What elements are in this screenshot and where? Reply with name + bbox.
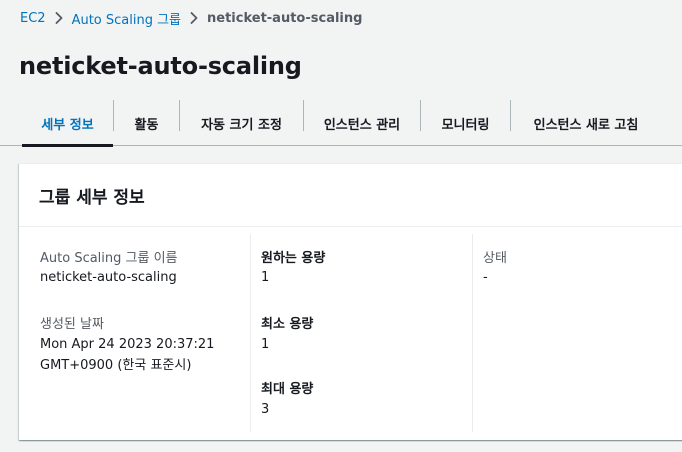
min-capacity-value: 1 bbox=[261, 337, 270, 352]
created-date-label: 생성된 날짜 bbox=[40, 317, 104, 332]
tab-divider bbox=[113, 100, 114, 131]
chevron-right-icon bbox=[190, 12, 198, 24]
max-capacity-value: 3 bbox=[261, 402, 270, 417]
page-title: neticket-auto-scaling bbox=[19, 52, 302, 80]
max-capacity-label: 최대 용량 bbox=[261, 382, 314, 397]
tab-divider bbox=[510, 100, 511, 131]
tab-monitoring[interactable]: 모니터링 bbox=[421, 100, 510, 146]
column-divider bbox=[250, 234, 251, 432]
min-capacity-label: 최소 용량 bbox=[261, 317, 314, 332]
group-name-label: Auto Scaling 그룹 이름 bbox=[40, 251, 178, 266]
tab-automatic-scaling[interactable]: 자동 크기 조정 bbox=[180, 100, 303, 146]
panel-title: 그룹 세부 정보 bbox=[39, 187, 145, 208]
tab-instance-refresh[interactable]: 인스턴스 새로 고침 bbox=[511, 100, 661, 146]
tab-divider bbox=[303, 100, 304, 131]
breadcrumb-current: neticket-auto-scaling bbox=[207, 10, 363, 26]
breadcrumb: EC2 Auto Scaling 그룹 neticket-auto-scalin… bbox=[20, 9, 363, 28]
tab-details[interactable]: 세부 정보 bbox=[22, 100, 113, 147]
tab-instance-management[interactable]: 인스턴스 관리 bbox=[304, 100, 420, 146]
tab-divider bbox=[179, 100, 180, 131]
breadcrumb-auto-scaling-groups-link[interactable]: Auto Scaling 그룹 bbox=[72, 9, 181, 28]
group-details-panel: 그룹 세부 정보 Auto Scaling 그룹 이름 neticket-aut… bbox=[19, 163, 682, 440]
created-date-value-line1: Mon Apr 24 2023 20:37:21 bbox=[40, 337, 215, 352]
desired-capacity-value: 1 bbox=[261, 270, 270, 285]
breadcrumb-ec2-link[interactable]: EC2 bbox=[20, 11, 46, 26]
desired-capacity-label: 원하는 용량 bbox=[261, 251, 326, 266]
status-value: - bbox=[483, 270, 488, 285]
chevron-right-icon bbox=[55, 12, 63, 24]
tab-divider bbox=[420, 100, 421, 131]
column-divider bbox=[472, 234, 473, 432]
tab-bar: 세부 정보 활동 자동 크기 조정 인스턴스 관리 모니터링 인스턴스 새로 고… bbox=[0, 100, 682, 147]
tab-activity[interactable]: 활동 bbox=[114, 100, 179, 146]
status-label: 상태 bbox=[483, 251, 507, 266]
group-name-value: neticket-auto-scaling bbox=[40, 270, 177, 285]
panel-header: 그룹 세부 정보 bbox=[19, 164, 682, 227]
created-date-value-line2: GMT+0900 (한국 표준시) bbox=[40, 358, 192, 373]
